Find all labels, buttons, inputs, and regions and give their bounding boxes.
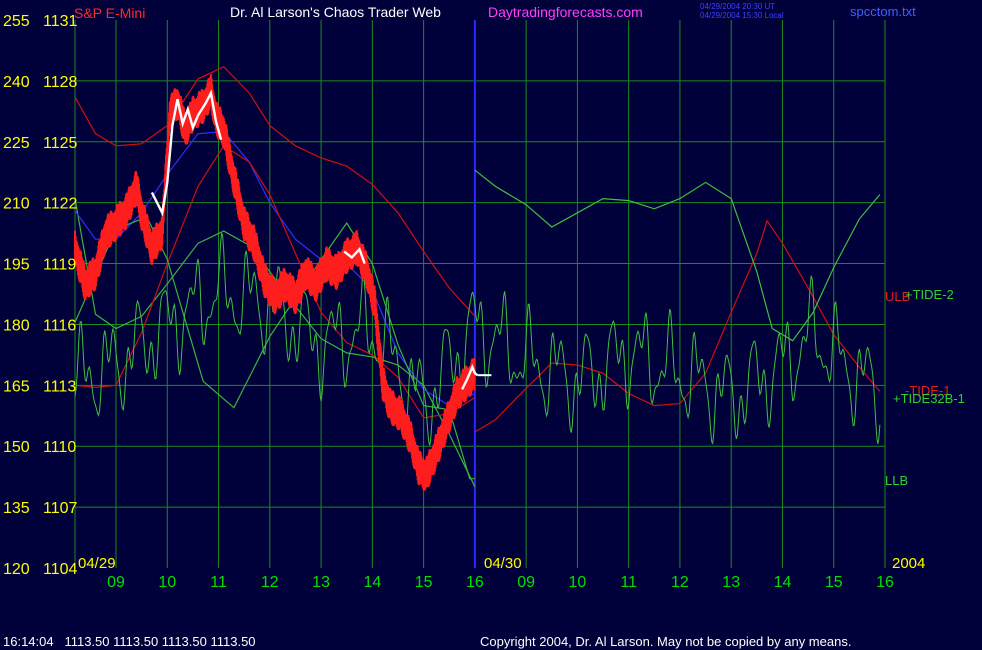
y-tick-price: 1110 (43, 439, 76, 456)
y-tick-index: 150 (3, 439, 30, 456)
llb-label: LLB (885, 473, 908, 488)
date-label-year: 2004 (892, 555, 925, 572)
y-tick-price: 1107 (43, 500, 78, 517)
y-tick-price: 1131 (43, 13, 78, 30)
x-tick-label: 15 (825, 574, 843, 591)
symbol-label: S&P E-Mini (74, 5, 145, 21)
date-label-mid: 04/30 (484, 555, 522, 572)
x-tick-label: 10 (569, 574, 587, 591)
x-tick-label: 11 (210, 574, 227, 591)
x-tick-label: 15 (415, 574, 433, 591)
y-tick-index: 180 (3, 317, 30, 334)
y-tick-index: 195 (3, 257, 30, 274)
y-tick-price: 1104 (43, 561, 78, 578)
y-tick-price: 1119 (43, 257, 76, 274)
x-tick-label: 10 (158, 574, 176, 591)
copyright-notice: Copyright 2004, Dr. Al Larson. May not b… (480, 634, 851, 649)
file-label: spcctom.txt (850, 4, 916, 19)
chart-background (0, 0, 982, 650)
website-label: Daytradingforecasts.com (488, 4, 643, 20)
timestamp-ut: 04/29/2004 20:30 UT (700, 2, 775, 11)
x-tick-label: 09 (107, 574, 125, 591)
y-tick-price: 1125 (43, 135, 78, 152)
timestamp-local: 04/29/2004 15:30 Local (700, 11, 784, 20)
y-tick-index: 120 (3, 561, 30, 578)
x-tick-label: 12 (261, 574, 279, 591)
x-tick-label: 12 (671, 574, 689, 591)
y-tick-index: 210 (3, 196, 30, 213)
x-tick-label: 09 (517, 574, 535, 591)
y-tick-index: 165 (3, 378, 30, 395)
y-tick-price: 1128 (43, 74, 78, 91)
x-tick-label: 14 (363, 574, 381, 591)
tide32b-label: +TIDE32B-1 (893, 391, 965, 406)
x-tick-label: 13 (722, 574, 740, 591)
x-tick-label: 14 (774, 574, 792, 591)
y-tick-index: 240 (3, 74, 30, 91)
y-tick-price: 1113 (43, 378, 76, 395)
x-tick-label: 11 (620, 574, 637, 591)
x-tick-label: 16 (466, 574, 484, 591)
y-tick-index: 255 (3, 13, 30, 30)
chart-title: Dr. Al Larson's Chaos Trader Web (230, 4, 441, 20)
x-tick-label: 13 (312, 574, 330, 591)
x-tick-label: 16 (876, 574, 894, 591)
date-label-start: 04/29 (78, 555, 116, 572)
y-tick-price: 1116 (43, 317, 76, 334)
tide2-label: +TIDE-2 (905, 287, 954, 302)
quote-readout: 16:14:04 1113.50 1113.50 1113.50 1113.50 (3, 634, 256, 649)
y-tick-index: 135 (3, 500, 30, 517)
y-tick-index: 225 (3, 135, 30, 152)
y-tick-price: 1122 (43, 196, 78, 213)
price-chart: 120 1104135 1107150 1110165 1113180 1116195 11… (0, 0, 982, 650)
